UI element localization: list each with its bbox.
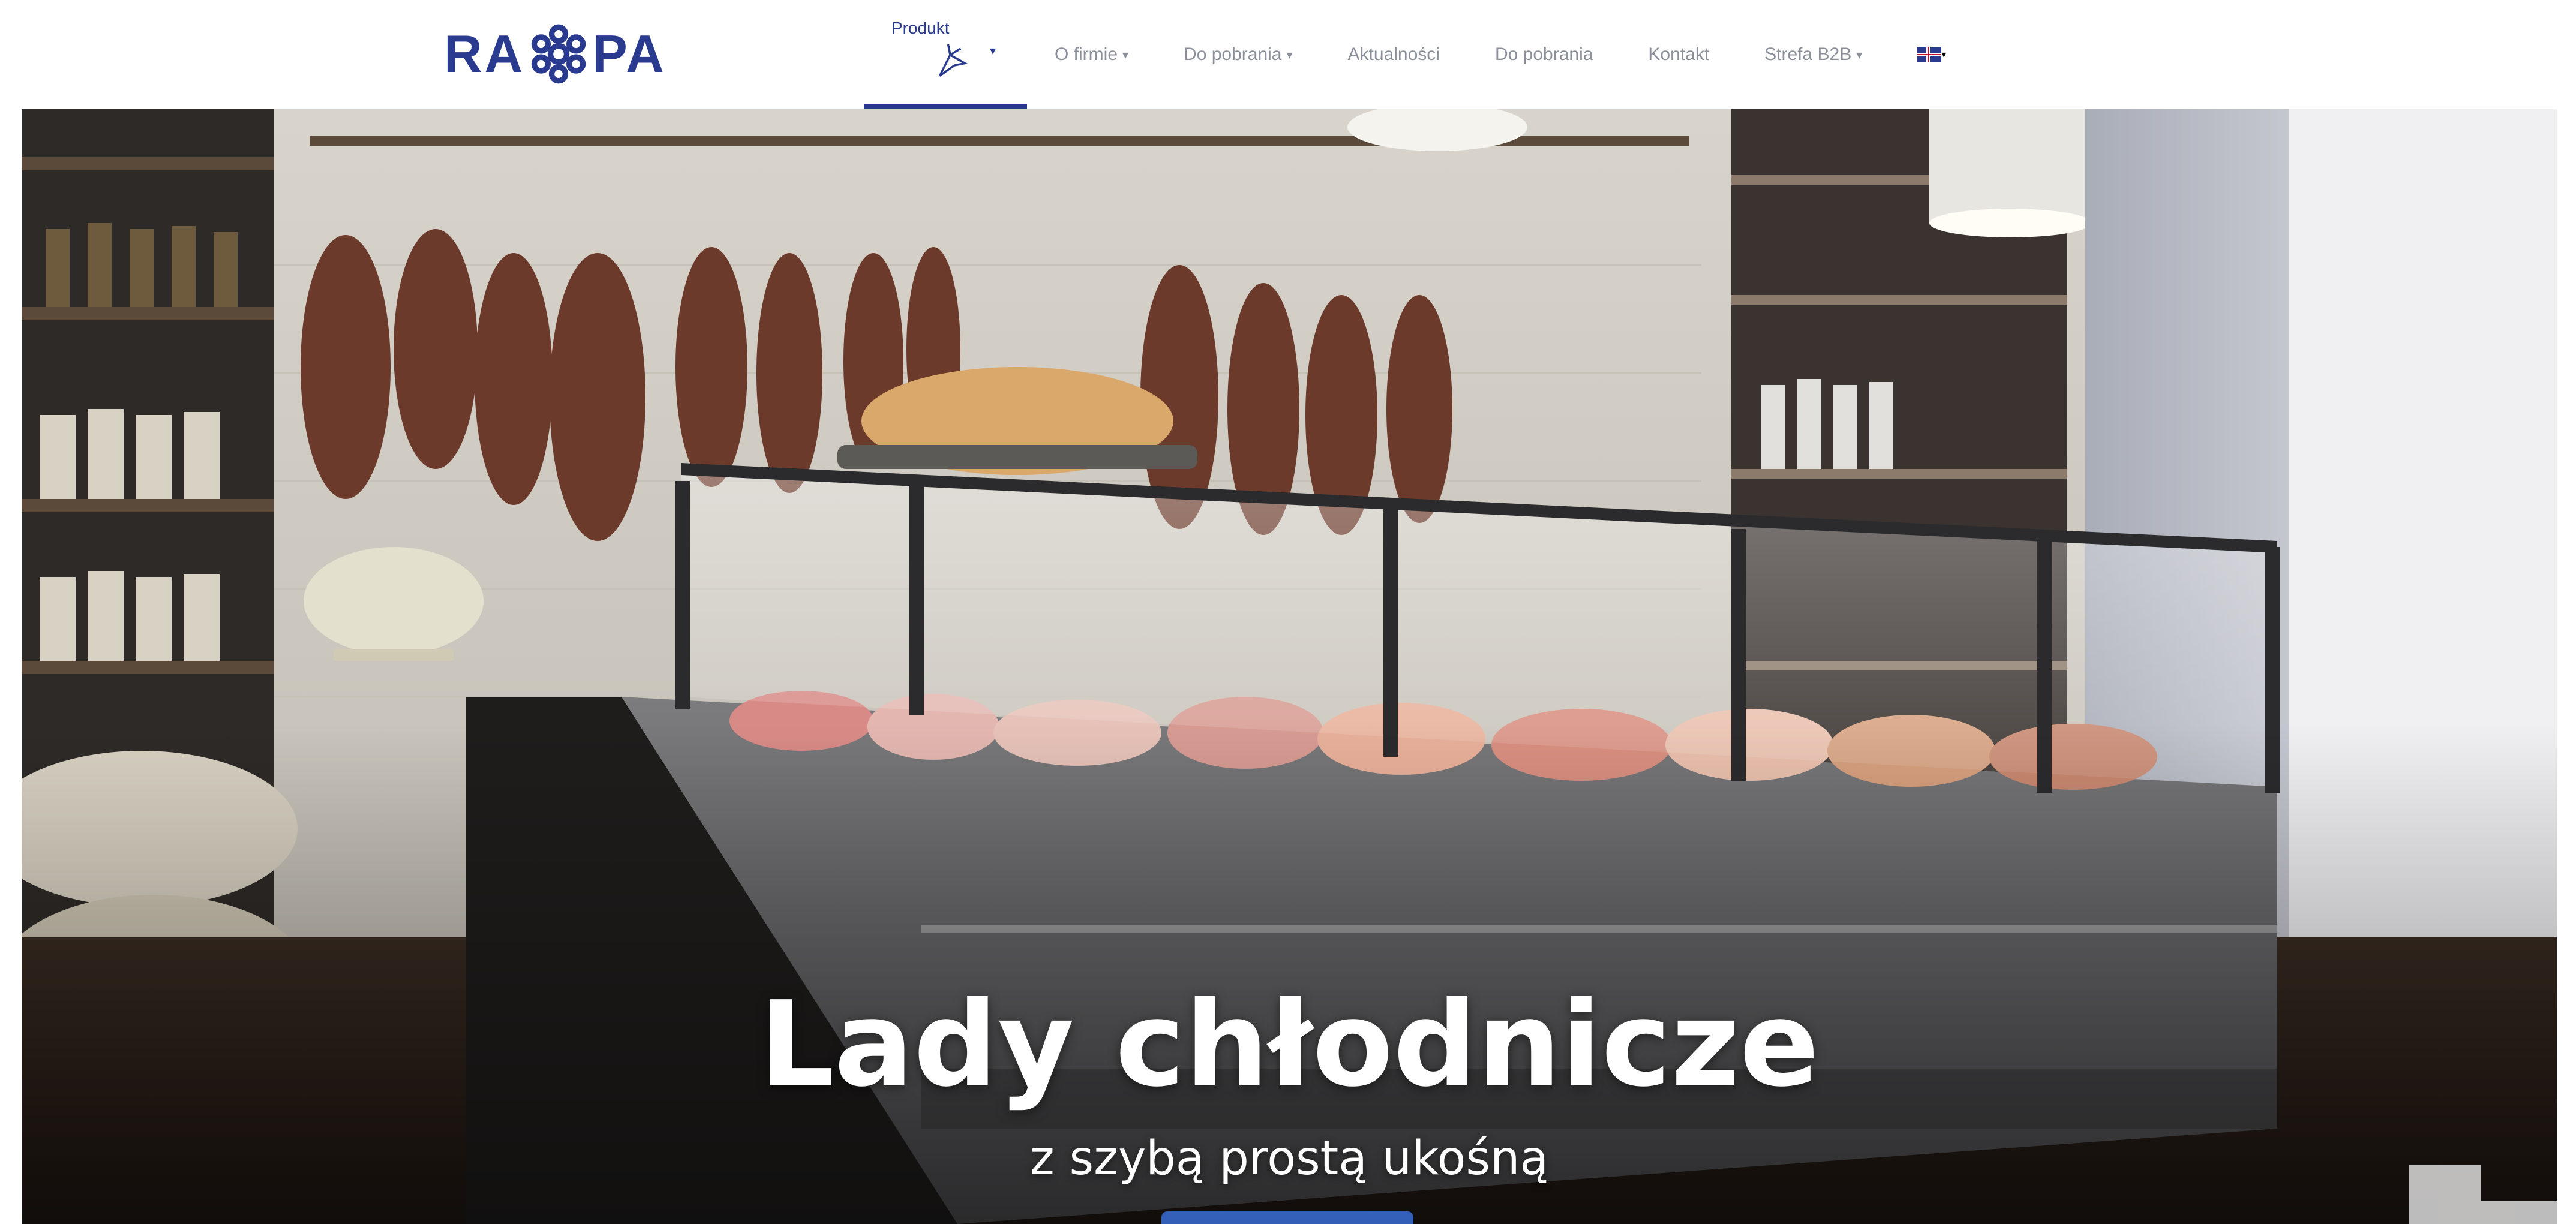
nav-item-label: Strefa B2B xyxy=(1764,44,1852,64)
logo-text-right: PA xyxy=(592,24,666,83)
chevron-down-icon: ▾ xyxy=(990,44,996,58)
hero-title: Lady chłodnicze xyxy=(759,976,1820,1113)
flag-icon xyxy=(1917,47,1942,62)
chevron-down-icon: ▾ xyxy=(1856,48,1863,62)
chevron-down-icon: ▾ xyxy=(1122,48,1129,62)
logo-text-left: RA xyxy=(444,24,526,83)
language-switcher[interactable]: ▾ xyxy=(1890,0,1974,109)
product-cursor-icon xyxy=(938,44,968,77)
nav-item-label: Produkt xyxy=(891,19,950,37)
nav-item-label: Do pobrania xyxy=(1184,44,1282,64)
site-header: RA PA Produkt ▾ O firmie ▾ Do pobrania ▾… xyxy=(0,0,2576,109)
nav-item-label: Kontakt xyxy=(1648,44,1710,64)
nav-item-kontakt[interactable]: Kontakt xyxy=(1620,0,1737,109)
hero-subtitle: z szybą prostą ukośną xyxy=(1029,1132,1549,1186)
nav-item-produkt[interactable]: Produkt ▾ xyxy=(864,0,1027,109)
nav-item-strefa-b2b[interactable]: Strefa B2B ▾ xyxy=(1737,0,1890,109)
nav-item-label: Do pobrania xyxy=(1494,44,1593,64)
chevron-down-icon: ▾ xyxy=(1941,50,1947,60)
nav-item-label: O firmie xyxy=(1055,44,1118,64)
main-navigation: Produkt ▾ O firmie ▾ Do pobrania ▾ Aktua… xyxy=(864,0,1974,109)
nav-item-do-pobrania[interactable]: Do pobrania xyxy=(1467,0,1620,109)
hero-banner: Lady chłodnicze z szybą prostą ukośną xyxy=(22,109,2557,1224)
nav-item-do-pobrania-1[interactable]: Do pobrania ▾ xyxy=(1156,0,1320,109)
chevron-down-icon: ▾ xyxy=(1286,48,1293,62)
nav-item-o-firmie[interactable]: O firmie ▾ xyxy=(1027,0,1156,109)
active-underline xyxy=(864,104,1027,109)
nav-item-label: Aktualności xyxy=(1347,44,1440,64)
logo[interactable]: RA PA xyxy=(444,24,666,84)
nav-item-aktualnosci[interactable]: Aktualności xyxy=(1320,0,1467,109)
hero-cta-button[interactable] xyxy=(1161,1211,1413,1224)
snowflake-icon xyxy=(531,24,586,84)
